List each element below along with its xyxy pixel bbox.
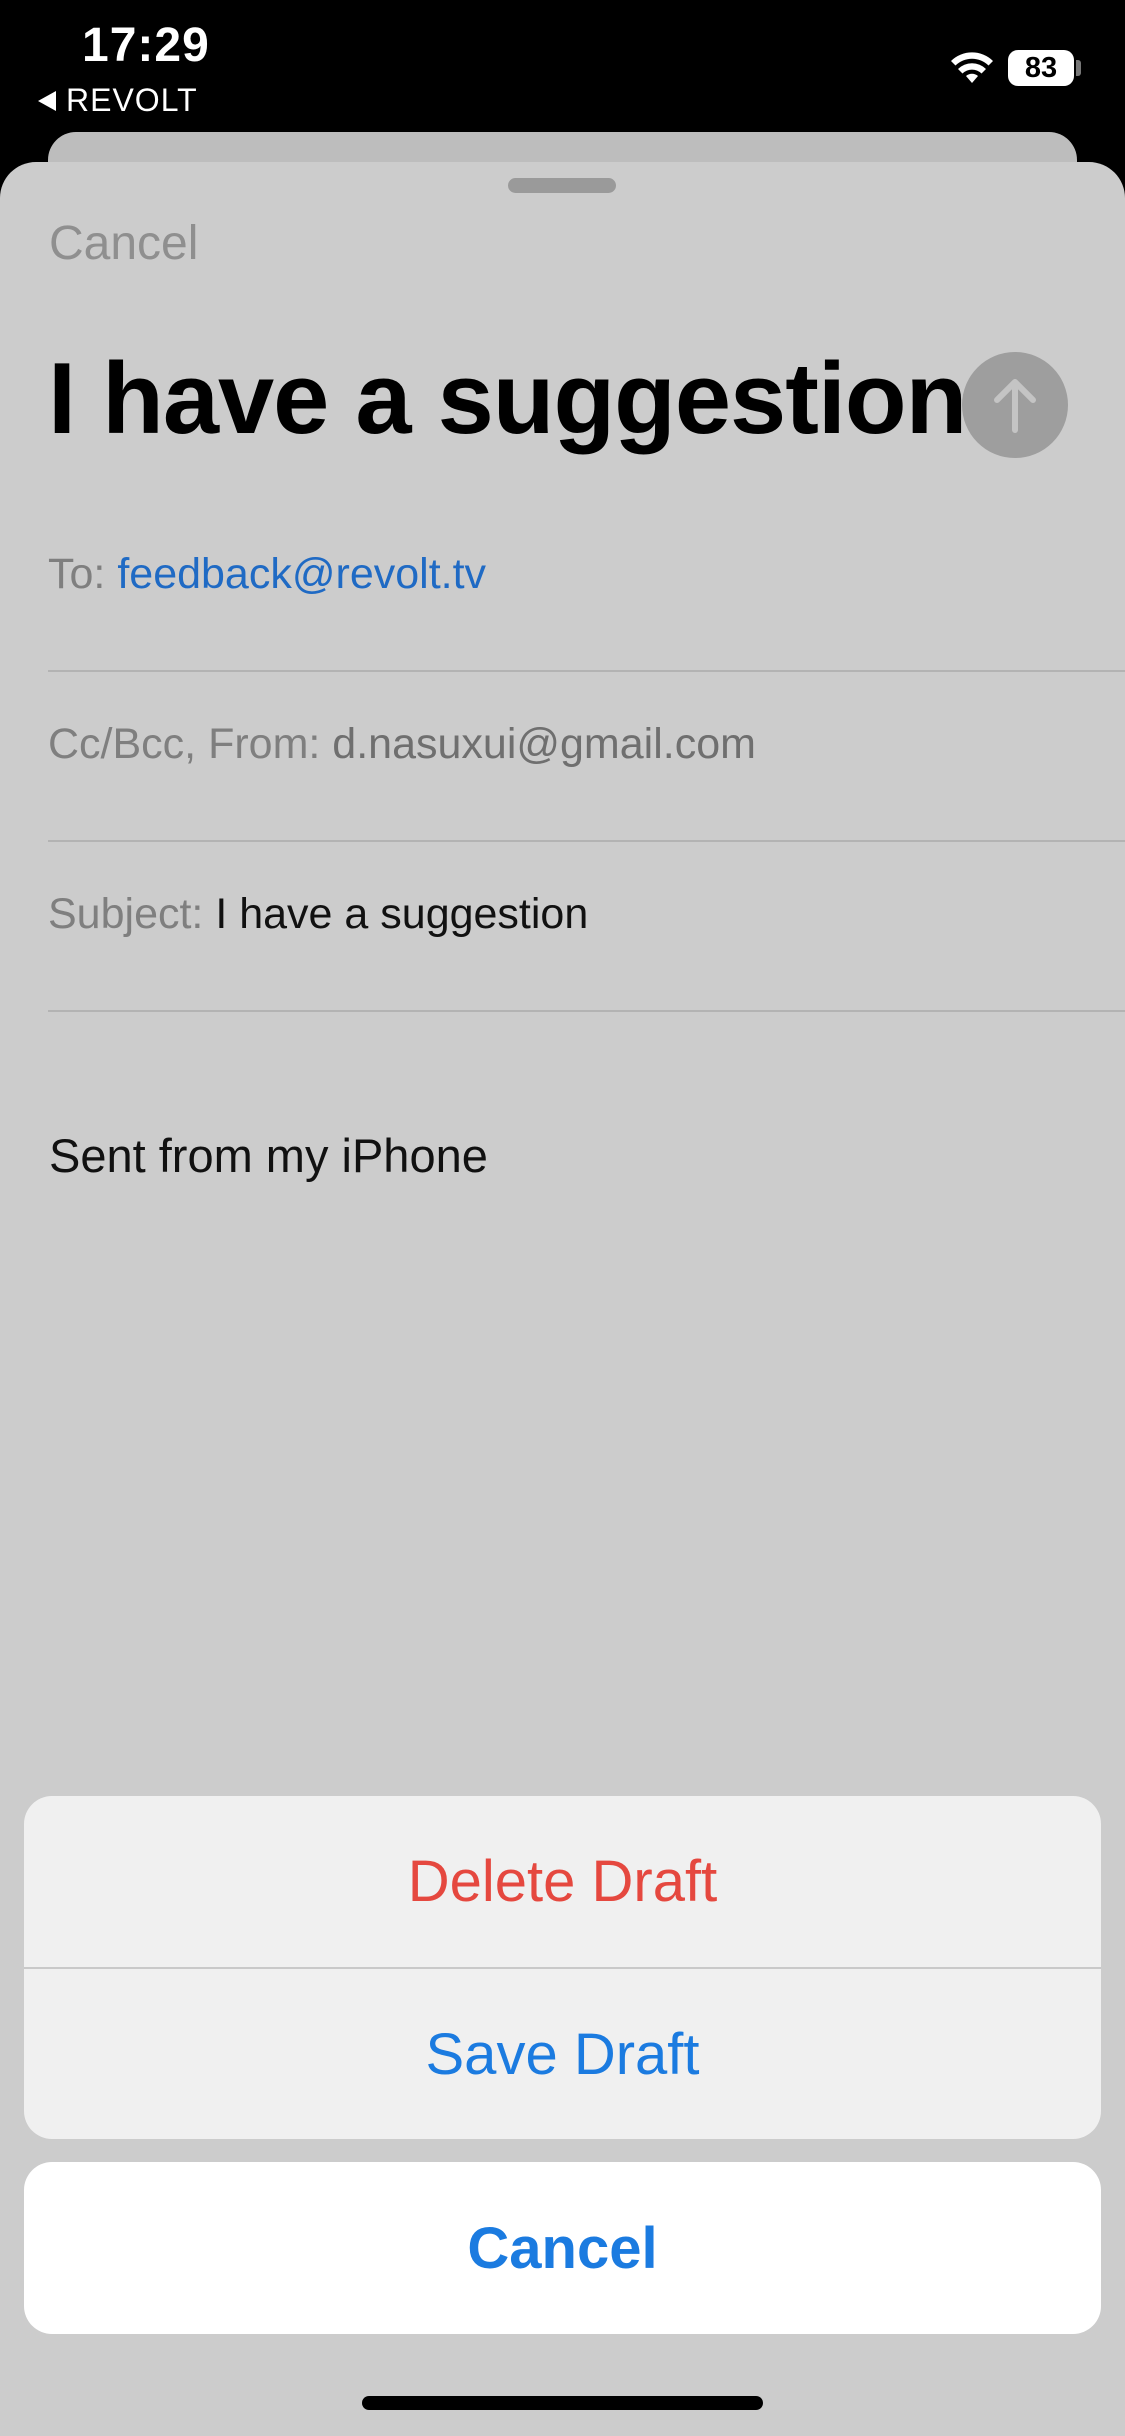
arrow-up-icon: [994, 379, 1036, 433]
back-app-label: REVOLT: [66, 82, 198, 118]
compose-cancel-button[interactable]: Cancel: [49, 216, 198, 271]
to-label: To:: [48, 550, 106, 598]
back-arrow-icon: [38, 90, 56, 111]
subject-label: Subject:: [48, 890, 204, 938]
back-to-app-button[interactable]: REVOLT: [38, 82, 198, 119]
action-sheet-cancel-button[interactable]: Cancel: [24, 2162, 1101, 2334]
battery-icon: 83: [1008, 50, 1074, 86]
send-button[interactable]: [962, 352, 1068, 458]
to-recipient[interactable]: feedback@revolt.tv: [117, 550, 486, 598]
battery-level: 83: [1024, 51, 1058, 84]
from-address[interactable]: d.nasuxui@gmail.com: [332, 720, 756, 768]
save-draft-button[interactable]: Save Draft: [24, 1969, 1101, 2139]
subject-field[interactable]: Subject: I have a suggestion: [48, 842, 1125, 1012]
subject-input[interactable]: I have a suggestion: [215, 890, 588, 938]
draft-action-sheet: Delete Draft Save Draft: [24, 1796, 1101, 2139]
to-field[interactable]: To: feedback@revolt.tv: [48, 502, 1125, 672]
status-time: 17:29: [82, 19, 210, 72]
delete-draft-button[interactable]: Delete Draft: [24, 1796, 1101, 1966]
compose-title: I have a suggestion: [48, 343, 967, 455]
sheet-grabber[interactable]: [508, 178, 616, 193]
wifi-icon: [951, 52, 993, 83]
battery-cap: [1076, 60, 1081, 76]
home-indicator[interactable]: [362, 2396, 763, 2410]
cc-bcc-from-field[interactable]: Cc/Bcc, From: d.nasuxui@gmail.com: [48, 672, 1125, 842]
message-body[interactable]: Sent from my iPhone: [49, 1128, 488, 1183]
cc-bcc-from-label: Cc/Bcc, From:: [48, 720, 321, 768]
